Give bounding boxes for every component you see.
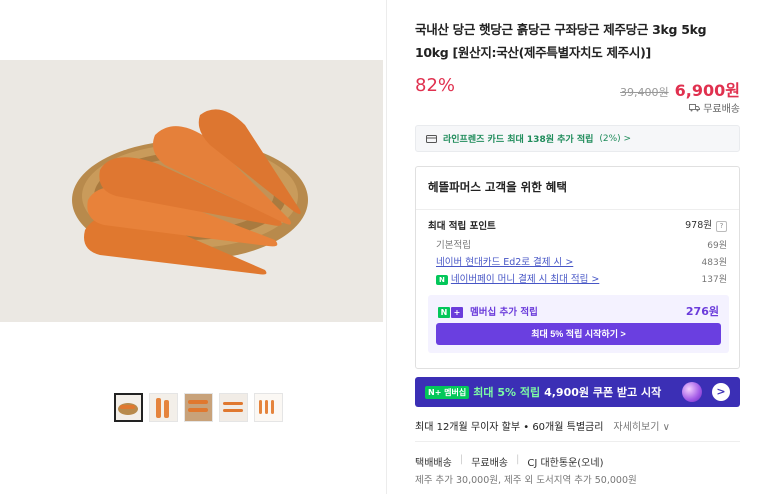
thumbnail-carrot-image [255, 394, 282, 421]
benefit-row-label[interactable]: 네이버 현대카드 Ed2로 결제 시 > [428, 254, 573, 268]
onion-orb-icon [682, 382, 702, 402]
max-points-label: 최대 적립 포인트 [428, 220, 496, 232]
delivery-extra-fee: 제주 추가 30,000원, 제주 외 도서지역 추가 50,000원 [415, 475, 637, 486]
membership-row: N + 멤버십 추가 적립 276원 [438, 303, 719, 319]
benefit-box: 헤뜰파머스 고객을 위한 혜택 최대 적립 포인트 978원? 기본적립 69원… [415, 166, 740, 369]
benefit-divider [416, 209, 739, 210]
npay-icon: N [436, 275, 448, 285]
credit-card-icon [426, 134, 437, 143]
naver-plus-icon: N + [438, 307, 463, 318]
discount-rate: 82% [415, 75, 456, 96]
membership-start-button[interactable]: 최대 5% 적립 시작하기 > [436, 323, 721, 345]
section-divider [415, 441, 740, 442]
shipping-info: 무료배송 [689, 100, 740, 115]
delivery-type: 택배배송 [415, 458, 452, 469]
card-benefit-percent: (2%) > [599, 133, 632, 144]
benefit-row-label: 네이버페이 머니 결제 시 최대 적립 > [450, 274, 600, 285]
main-product-image [0, 60, 383, 322]
thumbnail-2[interactable] [149, 393, 178, 422]
card-benefit-text: 라인프렌즈 카드 최대 138원 추가 적립 [443, 135, 594, 145]
card-benefit-box[interactable]: 라인프렌즈 카드 최대 138원 추가 적립 (2%) > [415, 125, 740, 152]
truck-icon [689, 104, 701, 112]
separator: | [516, 454, 520, 465]
membership-label: 멤버십 추가 적립 [470, 307, 538, 318]
product-gallery [0, 0, 386, 494]
plus-icon: + [451, 307, 463, 318]
max-points-value: 978원 [685, 220, 712, 231]
installment-info: 최대 12개월 무이자 할부 • 60개월 특별금리 자세히보기 ∨ [415, 418, 670, 433]
benefit-row-label: 기본적립 [436, 240, 471, 251]
n-icon: N [438, 307, 450, 318]
membership-value: 276원 [685, 305, 719, 318]
delivery-carrier: CJ 대한통운(오네) [527, 458, 604, 469]
thumbnail-strip [114, 393, 283, 422]
benefit-row-basic: 기본적립 69원 [428, 237, 727, 251]
max-points-value-wrap: 978원? [685, 217, 727, 232]
benefit-title: 헤뜰파머스 고객을 위한 혜택 [428, 180, 567, 194]
price-block: 39,400원 6,900원 [620, 77, 740, 101]
membership-box: N + 멤버십 추가 적립 276원 최대 5% 적립 시작하기 > [428, 295, 729, 353]
help-icon[interactable]: ? [716, 221, 727, 232]
chevron-right-icon[interactable]: > [712, 383, 730, 401]
thumbnail-carrot-image [156, 398, 169, 418]
membership-badge: N+ 멤버십 [425, 385, 470, 399]
thumbnail-4[interactable] [219, 393, 248, 422]
thumbnail-carrot-image [220, 394, 247, 421]
benefit-row-value: 483원 [701, 257, 727, 268]
membership-banner[interactable]: N+ 멤버십 최대 5% 적립 4,900원 쿠폰 받고 시작 > [415, 377, 740, 407]
banner-accent: 최대 5% 적립 [473, 386, 541, 399]
banner-text: 4,900원 쿠폰 받고 시작 [544, 386, 662, 399]
thumbnail-1[interactable] [114, 393, 143, 422]
shipping-text: 무료배송 [703, 104, 740, 115]
benefit-row-npay-money[interactable]: N 네이버페이 머니 결제 시 최대 적립 > 137원 [428, 271, 727, 285]
thumbnail-3[interactable] [184, 393, 213, 422]
thumbnail-5[interactable] [254, 393, 283, 422]
benefit-row-hyundai-card[interactable]: 네이버 현대카드 Ed2로 결제 시 > 483원 [428, 254, 727, 268]
thumbnail-carrot-image [118, 403, 138, 415]
column-divider [386, 0, 387, 494]
max-points-row: 최대 적립 포인트 978원? [428, 217, 727, 232]
product-title: 국내산 당근 햇당근 흙당근 구좌당근 제주당근 3kg 5kg 10kg [원… [415, 22, 707, 60]
membership-label-wrap: N + 멤버십 추가 적립 [438, 304, 538, 318]
installment-more-link[interactable]: 자세히보기 ∨ [613, 418, 670, 433]
benefit-row-value: 69원 [707, 240, 727, 251]
delivery-fee: 무료배송 [471, 458, 508, 469]
carrot-basket-image [0, 60, 383, 322]
delivery-info: 택배배송 | 무료배송 | CJ 대한통운(오네) [415, 454, 604, 469]
installment-text: 최대 12개월 무이자 할부 • 60개월 특별금리 [415, 422, 604, 433]
thumbnail-carrot-image [185, 394, 212, 421]
benefit-row-label-wrap[interactable]: N 네이버페이 머니 결제 시 최대 적립 > [428, 271, 599, 285]
separator: | [459, 454, 464, 465]
sale-price: 6,900원 [674, 81, 740, 100]
benefit-row-value: 137원 [701, 274, 727, 285]
original-price: 39,400원 [620, 86, 669, 99]
